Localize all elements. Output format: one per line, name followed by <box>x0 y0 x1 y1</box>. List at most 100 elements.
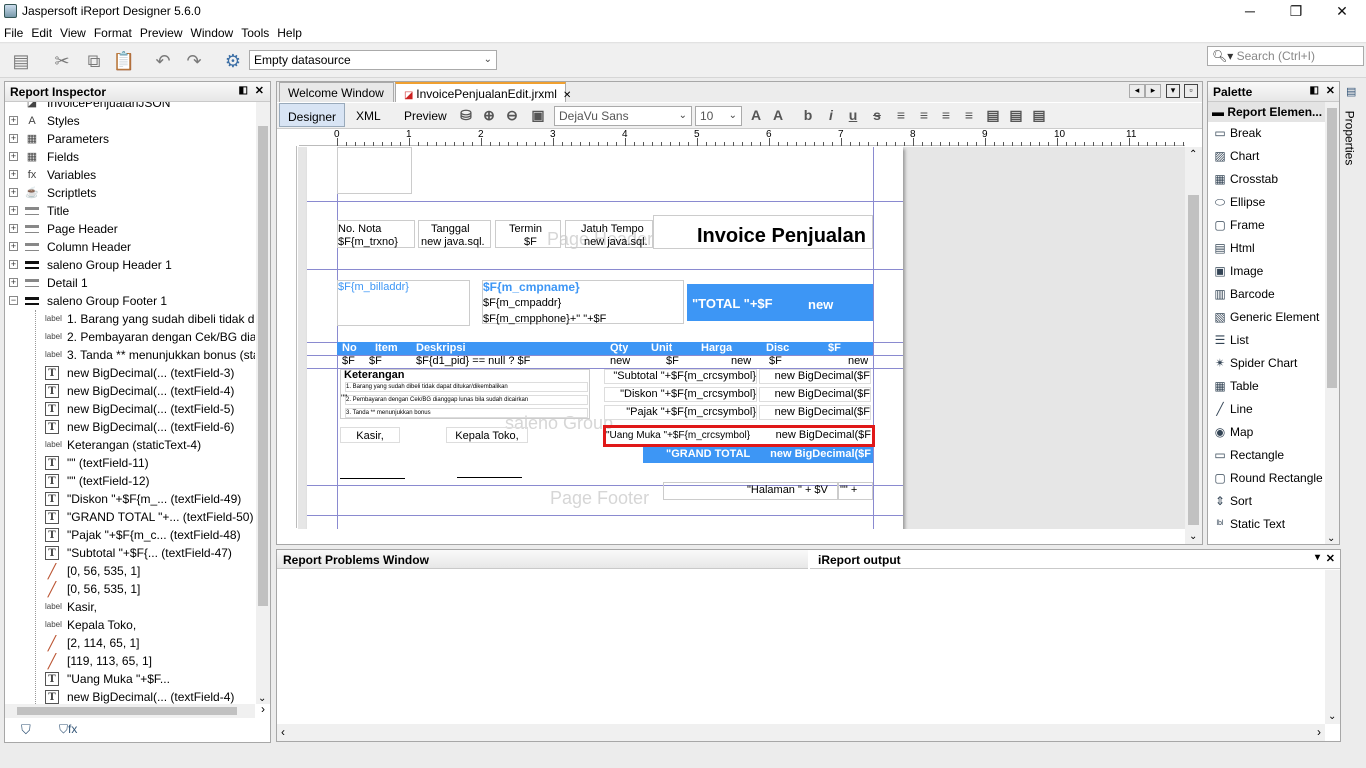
close-output-icon[interactable]: ✕ <box>1326 552 1335 565</box>
scroll-down-icon[interactable]: ⌄ <box>1327 533 1335 544</box>
palette-item-frame[interactable]: ▢ Frame <box>1208 214 1325 236</box>
align-top-icon[interactable]: ▤ <box>984 106 1002 124</box>
tree-expand-icon[interactable]: − <box>9 296 18 305</box>
tree-expand-icon[interactable]: + <box>9 170 18 179</box>
menu-preview[interactable]: Preview <box>136 23 187 43</box>
title-box[interactable] <box>337 147 412 194</box>
tree-expand-icon[interactable]: + <box>9 188 18 197</box>
detail-cell[interactable]: $F <box>369 355 382 368</box>
detail-cell[interactable]: new <box>610 355 630 368</box>
detail-row[interactable]: $F $F $F{d1_pid} == null ? $F new $F new $F new <box>337 355 873 368</box>
tree-row-statictext[interactable]: label Kasir, <box>5 598 255 616</box>
save-all-icon[interactable]: ▤ <box>9 49 33 73</box>
tree-row-statictext[interactable]: label 1. Barang yang sudah dibeli tidak d… <box>5 310 255 328</box>
tree-row-textfield[interactable]: T "Uang Muka "+$F... <box>5 670 255 688</box>
tree-row-styles[interactable]: + A Styles <box>5 112 255 130</box>
datasource-select[interactable]: Empty datasource ⌄ <box>249 50 497 70</box>
output-hscrollbar[interactable]: ‹ › <box>277 724 1325 741</box>
decrease-font-icon[interactable]: A <box>769 106 787 124</box>
properties-side-tab[interactable]: ▤ Properties <box>1342 81 1363 171</box>
bold-icon[interactable]: b <box>799 106 817 124</box>
pajak-label[interactable]: "Pajak "+$F{m_crcsymbol} <box>604 405 757 420</box>
datasource-icon[interactable]: ⚙ <box>221 49 245 73</box>
menu-file[interactable]: File <box>0 23 27 43</box>
palette-item-static-text[interactable]: lbl Static Text <box>1208 513 1325 535</box>
filter-icon[interactable]: ⛉ <box>21 722 31 738</box>
database-icon[interactable]: ⛁ <box>457 106 475 124</box>
paste-icon[interactable]: 📋 <box>112 49 136 73</box>
detail-cell[interactable]: $F <box>342 355 355 368</box>
note-2[interactable]: 2. Pembayaran dengan Cek/BG dianggap lun… <box>345 395 588 405</box>
cmpaddr-field[interactable]: $F{m_cmpaddr} <box>483 297 561 310</box>
editor-vscroll-thumb[interactable] <box>1188 195 1199 525</box>
tree-row-textfield[interactable]: Tnew BigDecimal(... (textField-6) <box>5 418 255 436</box>
column-header-cell[interactable]: Harga <box>701 342 732 355</box>
tree-row-band[interactable]: + Column Header <box>5 238 255 256</box>
grand-total-bar[interactable]: "GRAND TOTAL new BigDecimal($F <box>643 447 873 463</box>
align-middle-icon[interactable]: ▤ <box>1007 106 1025 124</box>
halaman-total-field[interactable]: "" + <box>840 484 857 497</box>
report-settings-icon[interactable]: ▣ <box>529 106 547 124</box>
billaddr-field[interactable]: $F{m_billaddr} <box>338 281 409 294</box>
subtotal-label[interactable]: "Subtotal "+$F{m_crcsymbol} <box>604 369 757 384</box>
align-justify-icon[interactable]: ≡ <box>915 106 933 124</box>
scroll-right-icon[interactable]: › <box>261 702 265 716</box>
zoom-out-icon[interactable]: ⊖ <box>503 106 521 124</box>
tab-preview[interactable]: Preview <box>396 103 455 127</box>
uangmuka-value[interactable]: new BigDecimal($F <box>762 429 871 442</box>
detail-cell[interactable]: $F <box>666 355 679 368</box>
palette-item-list[interactable]: ☰ List <box>1208 329 1325 351</box>
tree-row-textfield[interactable]: T "" (textField-12) <box>5 472 255 490</box>
value-trxno[interactable]: $F{m_trxno} <box>338 236 413 249</box>
italic-icon[interactable]: i <box>822 106 840 124</box>
tree-row-textfield[interactable]: T "" (textField-11) <box>5 454 255 472</box>
palette-item-spider-chart[interactable]: ✴ Spider Chart <box>1208 352 1325 374</box>
signature-line-kepala[interactable] <box>457 477 522 478</box>
tree-row-statictext[interactable]: label 2. Pembayaran dengan Cek/BG diangg <box>5 328 255 346</box>
editor-vscrollbar[interactable]: ⌃ ⌄ <box>1185 147 1202 544</box>
kepala-toko-label[interactable]: Kepala Toko, <box>446 427 528 443</box>
column-header-cell[interactable]: Disc <box>766 342 789 355</box>
tree-row-statictext[interactable]: label Kepala Toko, <box>5 616 255 634</box>
tree-expand-icon[interactable]: + <box>9 116 18 125</box>
column-header-bar[interactable]: No Item Deskripsi Qty Unit Harga Disc $F <box>337 342 873 355</box>
palette-item-table[interactable]: ▦ Table <box>1208 375 1325 397</box>
tree-row-group-band[interactable]: + saleno Group Header 1 <box>5 256 255 274</box>
palette-item-ellipse[interactable]: ⬭ Ellipse <box>1208 191 1325 213</box>
tab-designer[interactable]: Designer <box>279 103 346 127</box>
menu-format[interactable]: Format <box>90 23 136 43</box>
tree-expand-icon[interactable]: + <box>9 278 18 287</box>
value-jatuh-tempo[interactable]: new java.sql. <box>584 236 652 249</box>
align-center-icon[interactable]: ≡ <box>937 106 955 124</box>
palette-item-generic-element[interactable]: ▧ Generic Element <box>1208 306 1325 328</box>
font-size-select[interactable]: 10 ⌄ <box>695 106 742 126</box>
search-input[interactable]: 🔍︎▾ Search (Ctrl+I) <box>1207 46 1364 66</box>
ireport-output-tab[interactable]: iReport output ▾ ✕ <box>810 550 1340 569</box>
inspector-hscrollbar[interactable]: › <box>5 702 265 718</box>
tree-row-textfield[interactable]: T "GRAND TOTAL "+... (textField-50) <box>5 508 255 526</box>
cmpname-field[interactable]: $F{m_cmpname} <box>483 281 580 294</box>
uangmuka-label[interactable]: "Uang Muka "+$F{m_crcsymbol} <box>606 429 758 442</box>
signature-line-kasir[interactable] <box>340 478 405 479</box>
cut-icon[interactable]: ✂ <box>50 49 74 73</box>
tree-expand-icon[interactable]: + <box>9 224 18 233</box>
note-1[interactable]: 1. Barang yang sudah dibeli tidak dapat … <box>345 382 588 392</box>
tree-expand-icon[interactable]: + <box>9 242 18 251</box>
increase-font-icon[interactable]: A <box>747 106 765 124</box>
tree-row-textfield[interactable]: T "Diskon "+$F{m_... (textField-49) <box>5 490 255 508</box>
pajak-value[interactable]: new BigDecimal($F <box>759 405 871 420</box>
column-header-cell[interactable]: Unit <box>651 342 672 355</box>
tree-row-textfield[interactable]: T "Pajak "+$F{m_c... (textField-48) <box>5 526 255 544</box>
detail-cell[interactable]: $F{d1_pid} == null ? $F <box>416 355 530 368</box>
palette-item-map[interactable]: ◉ Map <box>1208 421 1325 443</box>
detail-cell[interactable]: new <box>731 355 751 368</box>
palette-item-crosstab[interactable]: ▦ Crosstab <box>1208 168 1325 190</box>
tree-row-variables[interactable]: + fx Variables <box>5 166 255 184</box>
keterangan-label[interactable]: Keterangan <box>344 369 405 382</box>
palette-item-image[interactable]: ▣ Image <box>1208 260 1325 282</box>
invoice-title[interactable]: Invoice Penjualan <box>697 225 873 247</box>
tree-row-statictext[interactable]: label 3. Tanda ** menunjukkan bonus (stat… <box>5 346 255 364</box>
tab-xml[interactable]: XML <box>348 103 389 127</box>
scroll-tabs-left-icon[interactable]: ◂ <box>1129 84 1145 98</box>
menu-help[interactable]: Help <box>273 23 306 43</box>
